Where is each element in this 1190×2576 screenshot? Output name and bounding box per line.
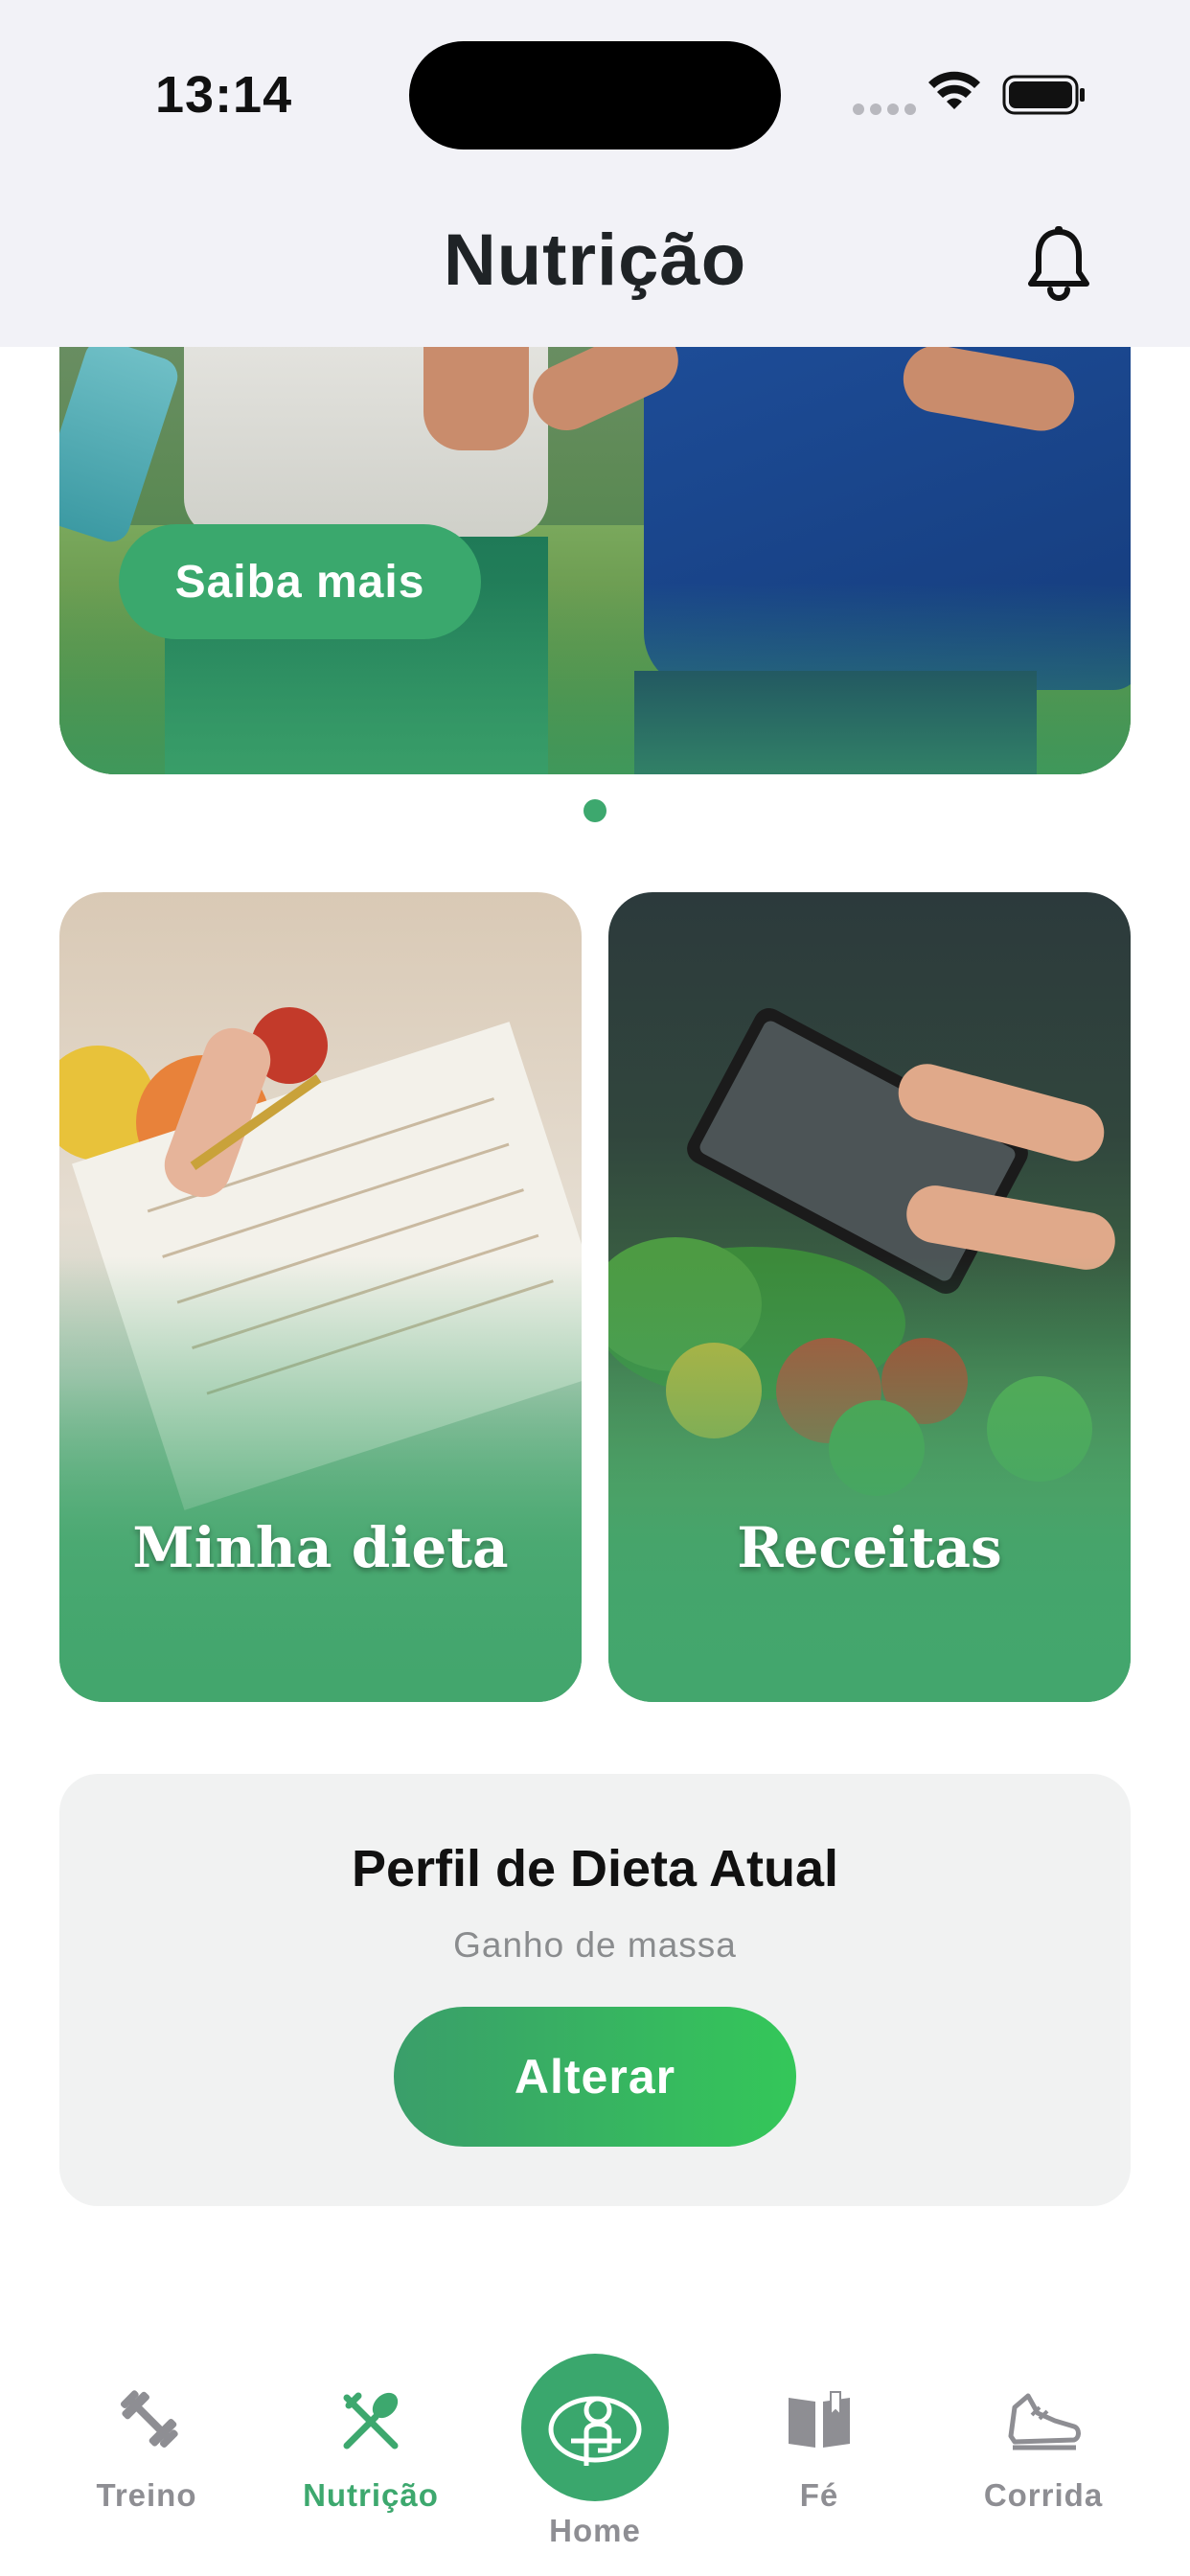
recipes-label: Receitas: [737, 1515, 1002, 1580]
wifi-icon: [928, 71, 980, 109]
diet-profile-panel: Perfil de Dieta Atual Ganho de massa Alt…: [59, 1774, 1131, 2206]
home-logo-icon: [548, 2396, 642, 2466]
utensils-icon: [343, 2392, 399, 2450]
diet-profile-value: Ganho de massa: [453, 1925, 737, 1965]
my-diet-card[interactable]: Minha dieta: [59, 892, 582, 1702]
dumbbell-icon: [120, 2390, 178, 2449]
banner-photo-bottle: [59, 334, 183, 547]
battery-icon: [1002, 75, 1085, 115]
tab-label: Fé: [799, 2477, 839, 2513]
cellular-signal-icon: [853, 104, 916, 115]
book-icon: [789, 2391, 850, 2448]
page-title: Nutrição: [443, 219, 747, 301]
tab-corrida[interactable]: Corrida: [928, 2329, 1158, 2520]
tab-label: Nutrição: [303, 2477, 439, 2513]
my-diet-label: Minha dieta: [132, 1515, 509, 1580]
recipes-card[interactable]: Receitas: [608, 892, 1131, 1702]
change-diet-button[interactable]: Alterar: [394, 2007, 796, 2147]
tab-treino[interactable]: Treino: [32, 2329, 262, 2520]
dynamic-island: [409, 41, 781, 150]
top-bar: 13:14 Nutrição: [0, 0, 1190, 347]
diet-profile-title: Perfil de Dieta Atual: [351, 1840, 839, 1898]
tab-home-label: Home: [549, 2513, 641, 2548]
tab-nutricao[interactable]: Nutrição: [256, 2329, 486, 2520]
status-time: 13:14: [155, 66, 293, 124]
card-overlay: [608, 892, 1131, 1702]
card-overlay: [59, 892, 582, 1702]
tab-label: Treino: [96, 2477, 197, 2513]
tab-label: Corrida: [983, 2477, 1104, 2513]
tab-fe[interactable]: Fé: [704, 2329, 934, 2520]
notification-bell-icon[interactable]: [1025, 226, 1092, 301]
sneaker-icon: [1008, 2393, 1081, 2450]
carousel-page-indicator[interactable]: [584, 799, 606, 822]
tab-home[interactable]: [521, 2354, 669, 2501]
learn-more-button[interactable]: Saiba mais: [119, 524, 481, 639]
